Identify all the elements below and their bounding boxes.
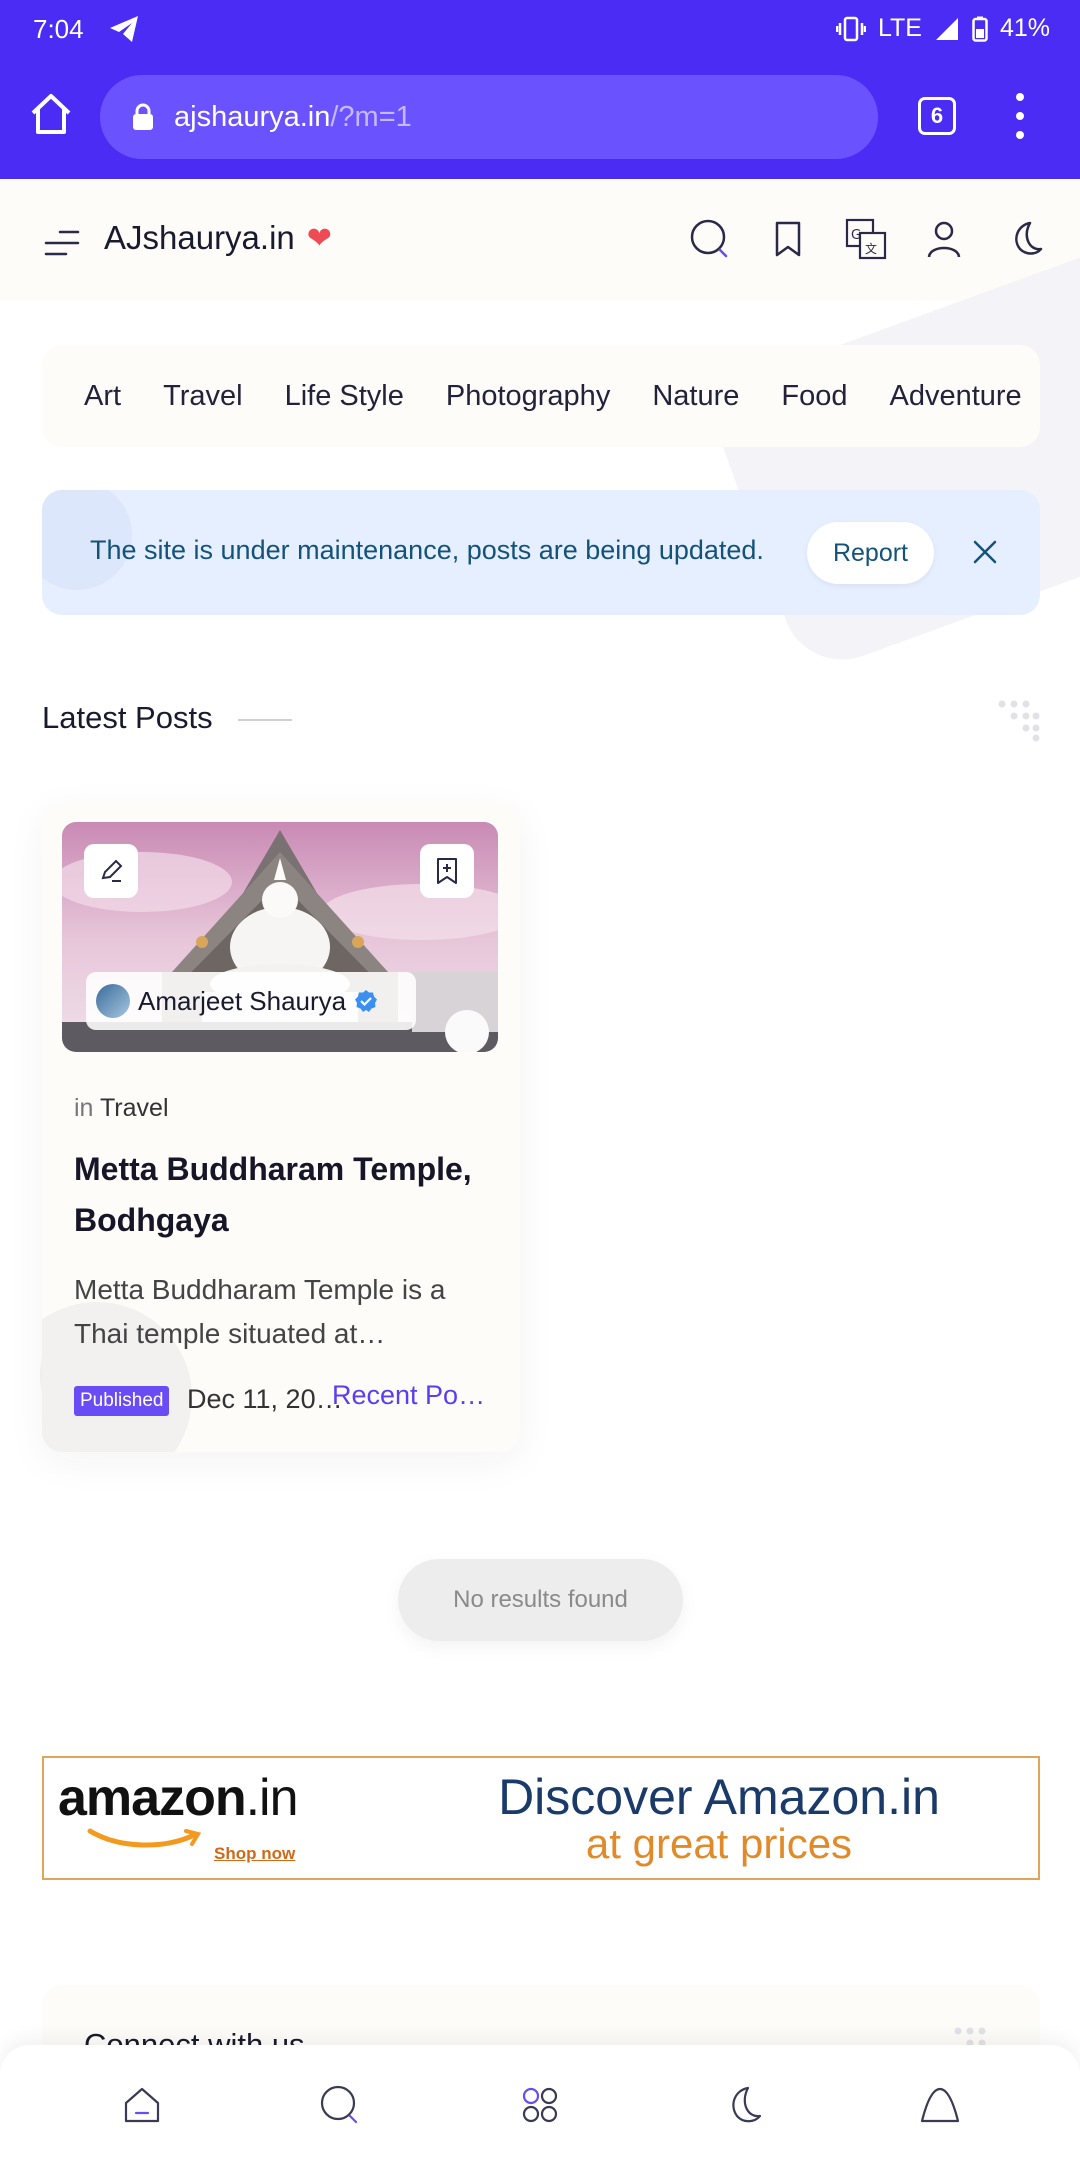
search-nav-icon[interactable] <box>316 2081 364 2129</box>
category-life-style[interactable]: Life Style <box>285 380 404 413</box>
post-card[interactable]: Amarjeet Shaurya in Travel Metta Buddhar… <box>42 802 520 1452</box>
status-badge: Published <box>74 1386 170 1416</box>
brand-name: AJshaurya.in <box>104 219 295 256</box>
vibrate-icon <box>835 16 866 41</box>
post-title[interactable]: Metta Buddharam Temple, Bodhgaya <box>74 1144 494 1246</box>
author-name: Amarjeet Shaurya <box>138 985 347 1016</box>
apps-nav-icon[interactable] <box>516 2081 564 2129</box>
bookmark-icon[interactable] <box>766 217 810 261</box>
verified-icon <box>355 990 378 1012</box>
status-bar: 7:04 LTE 41% <box>0 0 1080 60</box>
browser-chrome: 7:04 LTE 41% ajshaurya.in/?m=1 6 <box>0 0 1080 179</box>
signal-icon <box>935 17 958 40</box>
post-category-line: in Travel <box>74 1094 169 1123</box>
avatar <box>96 984 130 1018</box>
dots-grid-icon <box>998 700 1040 742</box>
ad-subline: at great prices <box>585 1820 853 1867</box>
maintenance-notice: The site is under maintenance, posts are… <box>42 490 1040 615</box>
section-title: Latest Posts <box>42 700 213 735</box>
translate-icon[interactable]: G文 <box>844 217 888 261</box>
post-label-link[interactable]: Recent Po… <box>332 1380 485 1411</box>
pencil-icon <box>101 859 123 882</box>
category-nature[interactable]: Nature <box>652 380 739 413</box>
lock-icon <box>133 103 153 130</box>
dark-mode-icon[interactable] <box>1000 217 1044 261</box>
network-type: LTE <box>877 14 922 42</box>
tab-switcher-button[interactable]: 6 <box>918 97 956 135</box>
home-icon[interactable] <box>28 91 74 137</box>
home-nav-icon[interactable] <box>118 2081 166 2129</box>
ad-logo: amazon.in <box>58 1768 299 1828</box>
category-photography[interactable]: Photography <box>446 380 610 413</box>
notice-text: The site is under maintenance, posts are… <box>90 535 764 565</box>
header-actions: G文 <box>688 217 1044 261</box>
address-bar[interactable]: ajshaurya.in/?m=1 <box>100 75 878 159</box>
ad-logo-suffix: .in <box>245 1769 299 1827</box>
url-path: /?m=1 <box>330 100 412 133</box>
ad-banner[interactable]: amazon.in Shop now Discover Amazon.in at… <box>42 1756 1040 1880</box>
amazon-smile-icon <box>87 1828 202 1848</box>
svg-text:文: 文 <box>865 241 877 256</box>
url-row: ajshaurya.in/?m=1 6 <box>0 75 1080 161</box>
top-nav-icon[interactable] <box>916 2081 964 2129</box>
category-nav: Art Travel Life Style Photography Nature… <box>42 345 1040 447</box>
bottom-nav <box>0 2045 1080 2160</box>
post-excerpt: Metta Buddharam Temple is a Thai temple … <box>74 1274 446 1349</box>
browser-menu-button[interactable] <box>1010 93 1030 139</box>
category-food[interactable]: Food <box>781 380 847 413</box>
category-art[interactable]: Art <box>84 380 121 413</box>
title-divider <box>238 719 292 721</box>
site-header: AJshaurya.in ❤ G文 <box>0 179 1080 301</box>
svg-text:G: G <box>851 228 861 243</box>
site-brand[interactable]: AJshaurya.in ❤ <box>104 219 332 257</box>
close-icon[interactable] <box>968 535 1002 569</box>
report-button[interactable]: Report <box>807 522 934 584</box>
battery-icon <box>972 16 988 42</box>
shop-now-link[interactable]: Shop now <box>214 1844 295 1864</box>
edit-button[interactable] <box>84 844 138 898</box>
status-right: LTE 41% <box>835 14 1050 43</box>
heart-icon: ❤ <box>306 221 332 255</box>
ad-headline: Discover Amazon.in <box>498 1769 940 1825</box>
url-host: ajshaurya.in <box>174 100 331 133</box>
post-date: Dec 11, 20… <box>187 1384 343 1414</box>
menu-icon[interactable] <box>44 229 80 257</box>
category-adventure[interactable]: Adventure <box>889 380 1021 413</box>
save-post-button[interactable] <box>420 844 474 898</box>
category-travel[interactable]: Travel <box>163 380 243 413</box>
status-time: 7:04 <box>33 14 84 44</box>
post-category[interactable]: Travel <box>100 1094 169 1122</box>
no-results-message: No results found <box>398 1559 683 1641</box>
dark-mode-nav-icon[interactable] <box>716 2081 764 2129</box>
search-icon[interactable] <box>688 217 732 261</box>
in-label: in <box>74 1094 94 1122</box>
author-chip[interactable]: Amarjeet Shaurya <box>86 972 416 1030</box>
ad-logo-text: amazon <box>58 1769 247 1827</box>
battery-level: 41% <box>999 14 1050 42</box>
bookmark-plus-icon <box>437 858 457 884</box>
user-icon[interactable] <box>922 217 966 261</box>
telegram-icon <box>110 16 138 42</box>
